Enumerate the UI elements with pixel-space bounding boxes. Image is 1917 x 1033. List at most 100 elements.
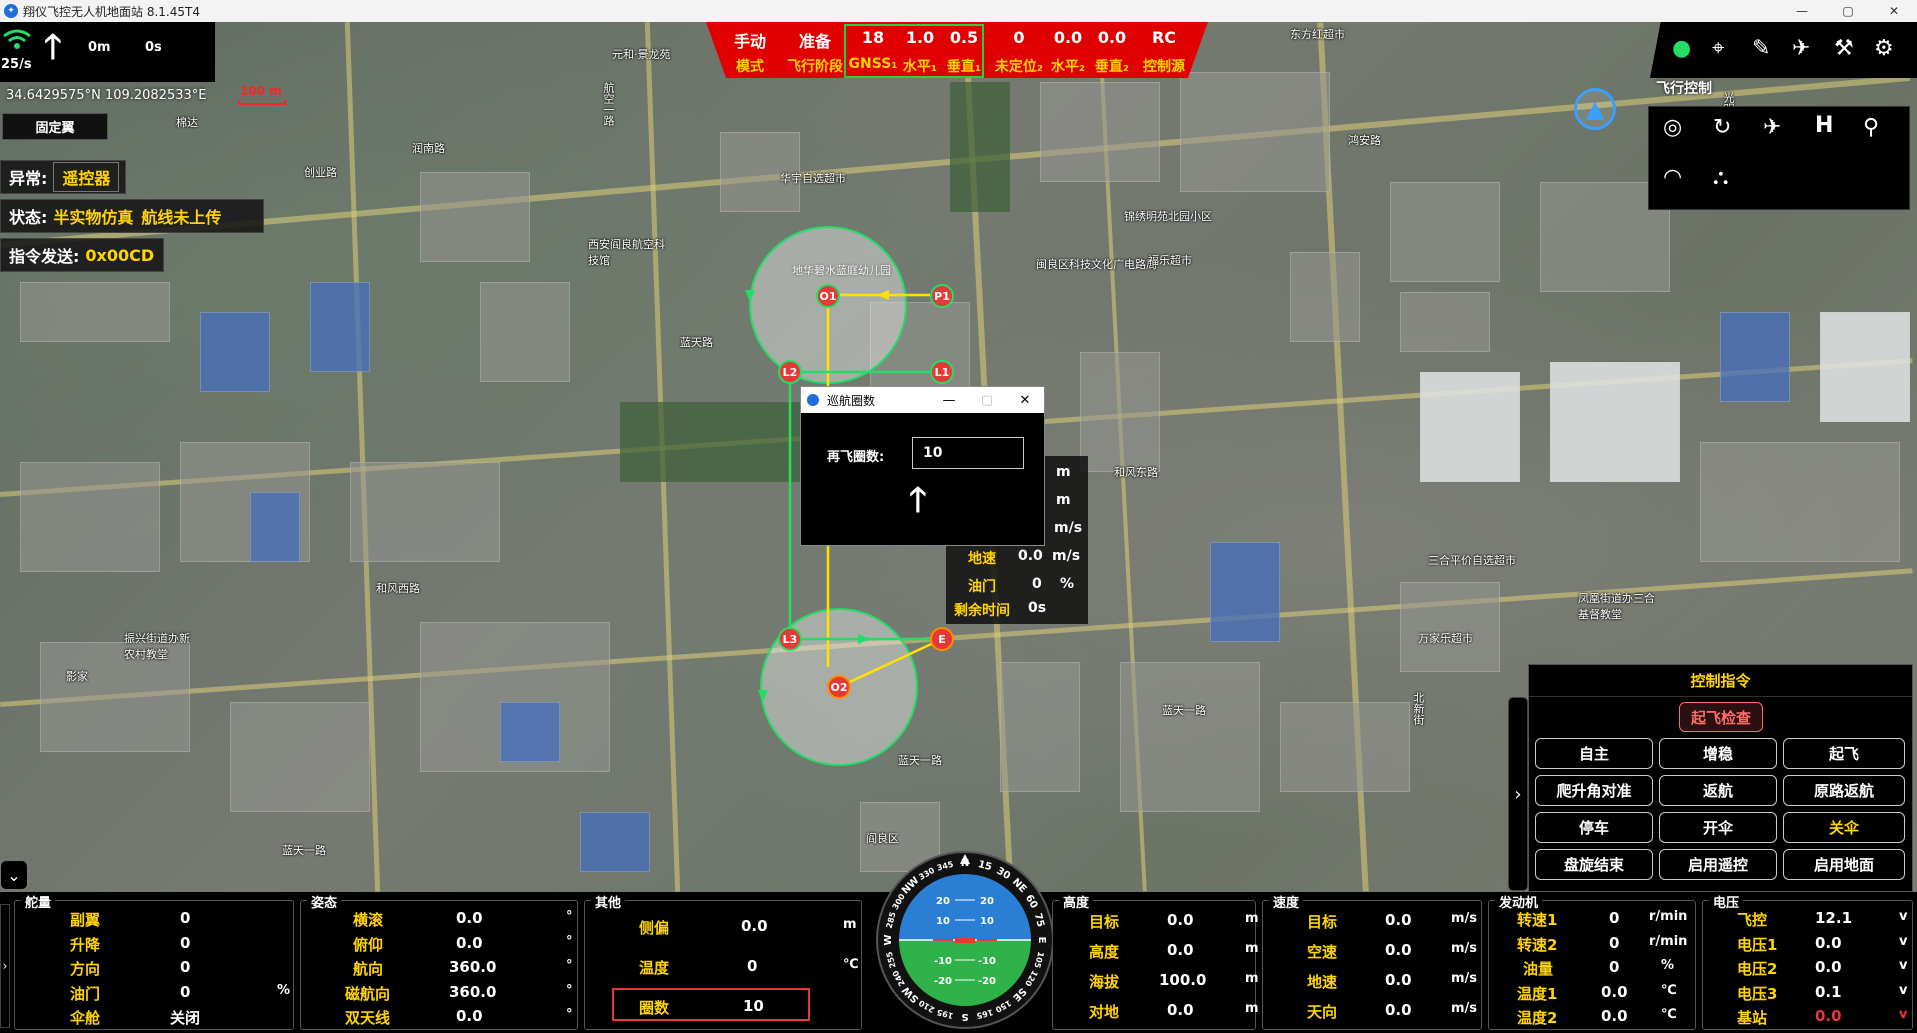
- pitch-tick-label: 20: [936, 896, 950, 907]
- close-parachute-button[interactable]: 关伞: [1783, 812, 1905, 843]
- phase-value: 准备: [798, 32, 831, 51]
- panel-control-surfaces: 舵量 副翼 0 升降 0 方向 0 油门 0% 伞舱 关闭: [14, 892, 294, 1030]
- waypoint-marker[interactable]: E: [930, 627, 954, 651]
- maximize-button[interactable]: ▢: [1825, 0, 1871, 22]
- waypoint-marker[interactable]: P1: [930, 284, 954, 308]
- vert2-value: 0.0: [1097, 28, 1127, 47]
- readout-remaining-time: 剩余时间 0s: [954, 600, 1047, 619]
- heading-tick-label: E: [1036, 937, 1047, 944]
- dialog-maximize-button[interactable]: ▢: [968, 393, 1006, 408]
- flight-control-title: 飞行控制: [1656, 81, 1712, 97]
- panel-row: 海拔 100.0 m: [1089, 971, 1259, 991]
- state-value-route: 航线未上传: [141, 208, 222, 227]
- climb-align-button[interactable]: 爬升角对准: [1535, 775, 1653, 806]
- gauge-icon[interactable]: ◠: [1663, 165, 1682, 190]
- dialog-logo-icon: [807, 394, 819, 406]
- waypoint-marker[interactable]: O2: [827, 675, 851, 699]
- ctrl-source-label: 控制源: [1143, 59, 1185, 75]
- panel-row: 天向 0.0 m/s: [1307, 1001, 1478, 1021]
- control-command-title: 控制指令: [1529, 665, 1912, 697]
- laps-dialog: 巡航圈数 — ▢ ✕ 再飞圈数: 🡑: [800, 386, 1045, 546]
- mode-label: 模式: [736, 59, 764, 75]
- panel-attitude: 姿态 横滚 0.0 ° 俯仰 0.0 ° 航向 360.0 ° 磁航向 360.0 ° 双天线 0…: [300, 892, 578, 1030]
- panel-row: 对地 0.0 m: [1089, 1001, 1259, 1021]
- pencil-icon[interactable]: ✎: [1752, 36, 1770, 61]
- pitch-tick-label: 10: [980, 916, 994, 927]
- panel-row: 副翼 0: [70, 909, 191, 929]
- target-icon[interactable]: ◎: [1663, 115, 1682, 140]
- open-parachute-button[interactable]: 开伞: [1659, 812, 1777, 843]
- chevron-right-icon: ›: [1514, 783, 1522, 805]
- waypoint-marker[interactable]: L3: [778, 627, 802, 651]
- dialog-close-button[interactable]: ✕: [1006, 393, 1044, 408]
- mode-value: 手动: [733, 32, 766, 51]
- panel-speed: 速度 目标 0.0 m/s 空速 0.0 m/s 地速 0.0 m/s 天向 0.0 m/s: [1262, 892, 1482, 1030]
- waypoint-marker[interactable]: L1: [930, 360, 954, 384]
- cmd-panel-toggle[interactable]: ›: [1508, 697, 1528, 891]
- confirm-arrow-up-icon[interactable]: 🡑: [909, 483, 927, 517]
- enable-ground-button[interactable]: 启用地面: [1783, 849, 1905, 880]
- control-command-panel: 控制指令 起飞检查 自主 增稳 起飞 爬升角对准 返航 原路返航 停车 开伞 关…: [1528, 664, 1913, 892]
- horiz2-label: 水平₂: [1050, 59, 1086, 75]
- vehicle-type-button[interactable]: 固定翼: [2, 113, 108, 140]
- enable-rc-button[interactable]: 启用遥控: [1659, 849, 1777, 880]
- app-logo-icon: ✦: [4, 4, 18, 18]
- collapse-panel-button[interactable]: ⌄: [0, 860, 28, 890]
- bulb-icon[interactable]: ●: [1672, 36, 1691, 61]
- panel-row: 电压3 0.1 v: [1737, 983, 1908, 1003]
- preflight-check-button[interactable]: 起飞检查: [1679, 702, 1763, 732]
- plane-icon[interactable]: ✈: [1792, 36, 1810, 61]
- panel-voltage: 电压 飞控 12.1 v 电压1 0.0 v 电压2 0.0 v 电压3 0.1 v 基站 0.0…: [1702, 892, 1913, 1030]
- home-icon[interactable]: H: [1815, 113, 1833, 138]
- close-button[interactable]: ✕: [1871, 0, 1917, 22]
- panel-row: 飞控 12.1 v: [1737, 909, 1908, 929]
- pitch-tick-label: -20: [978, 976, 996, 987]
- auto-button[interactable]: 自主: [1535, 738, 1653, 769]
- panel-row: 转速2 0 r/min: [1517, 934, 1688, 954]
- compass-north-icon[interactable]: ▲: [1574, 88, 1616, 130]
- panel-row: 侧偏 0.0 m: [639, 917, 857, 937]
- panel-row: 油门 0%: [70, 983, 291, 1003]
- waypoint-icon[interactable]: ⚲: [1863, 115, 1879, 140]
- end-loiter-button[interactable]: 盘旋结束: [1535, 849, 1653, 880]
- state-label: 状态:: [9, 208, 48, 227]
- panel-row: 方向 0: [70, 958, 191, 978]
- pitch-tick-label: -10: [934, 956, 952, 967]
- waypoint-marker[interactable]: L2: [778, 360, 802, 384]
- retrace-return-button[interactable]: 原路返航: [1783, 775, 1905, 806]
- map-pin-icon[interactable]: ⌖: [1712, 36, 1724, 61]
- ctrl-source-value: RC: [1151, 28, 1177, 47]
- minimize-button[interactable]: —: [1779, 0, 1825, 22]
- panel-row: 航向 360.0 °: [353, 958, 573, 978]
- panel-title: 其他: [591, 892, 626, 911]
- stabilize-button[interactable]: 增稳: [1659, 738, 1777, 769]
- panel-row: 磁航向 360.0 °: [345, 983, 573, 1003]
- state-row: 状态: 半实物仿真 航线未上传: [0, 199, 264, 233]
- laps-input[interactable]: [912, 437, 1024, 469]
- map-scale: 100 m: [238, 84, 286, 105]
- panel-row: 温度2 0.0 ℃: [1517, 1007, 1677, 1027]
- anomaly-row: 异常: 遥控器: [0, 160, 126, 194]
- panel-row: 电压1 0.0 v: [1737, 934, 1908, 954]
- takeoff-icon[interactable]: ✈: [1763, 115, 1781, 140]
- dialog-minimize-button[interactable]: —: [930, 393, 968, 408]
- panel-title: 速度: [1269, 892, 1304, 911]
- link-rate: 25/s: [1, 57, 32, 72]
- anomaly-value: 遥控器: [53, 162, 120, 192]
- aircraft-settings-icon[interactable]: ⚒: [1834, 36, 1854, 61]
- return-button[interactable]: 返航: [1659, 775, 1777, 806]
- stop-engine-button[interactable]: 停车: [1535, 812, 1653, 843]
- window-title: 翔仪飞控无人机地面站 8.1.45T4: [23, 4, 200, 19]
- takeoff-button[interactable]: 起飞: [1783, 738, 1905, 769]
- landing-icon[interactable]: ⛬: [1713, 165, 1728, 190]
- left-panel-toggle[interactable]: ›: [0, 904, 10, 1028]
- panel-row: 目标 0.0 m/s: [1307, 911, 1478, 931]
- gear-icon[interactable]: ⚙: [1874, 36, 1894, 61]
- scale-bar: [238, 100, 286, 105]
- panel-row: 双天线 0.0 °: [345, 1007, 573, 1027]
- panel-altitude: 高度 目标 0.0 m 高度 0.0 m 海拔 100.0 m 对地 0.0 m: [1052, 892, 1259, 1030]
- readout-ground-speed: 地速 0.0 m/s: [968, 548, 1081, 567]
- double-chevron-down-icon: ⌄: [7, 865, 21, 885]
- rotate-icon[interactable]: ↻: [1713, 115, 1731, 140]
- waypoint-marker[interactable]: O1: [816, 284, 840, 308]
